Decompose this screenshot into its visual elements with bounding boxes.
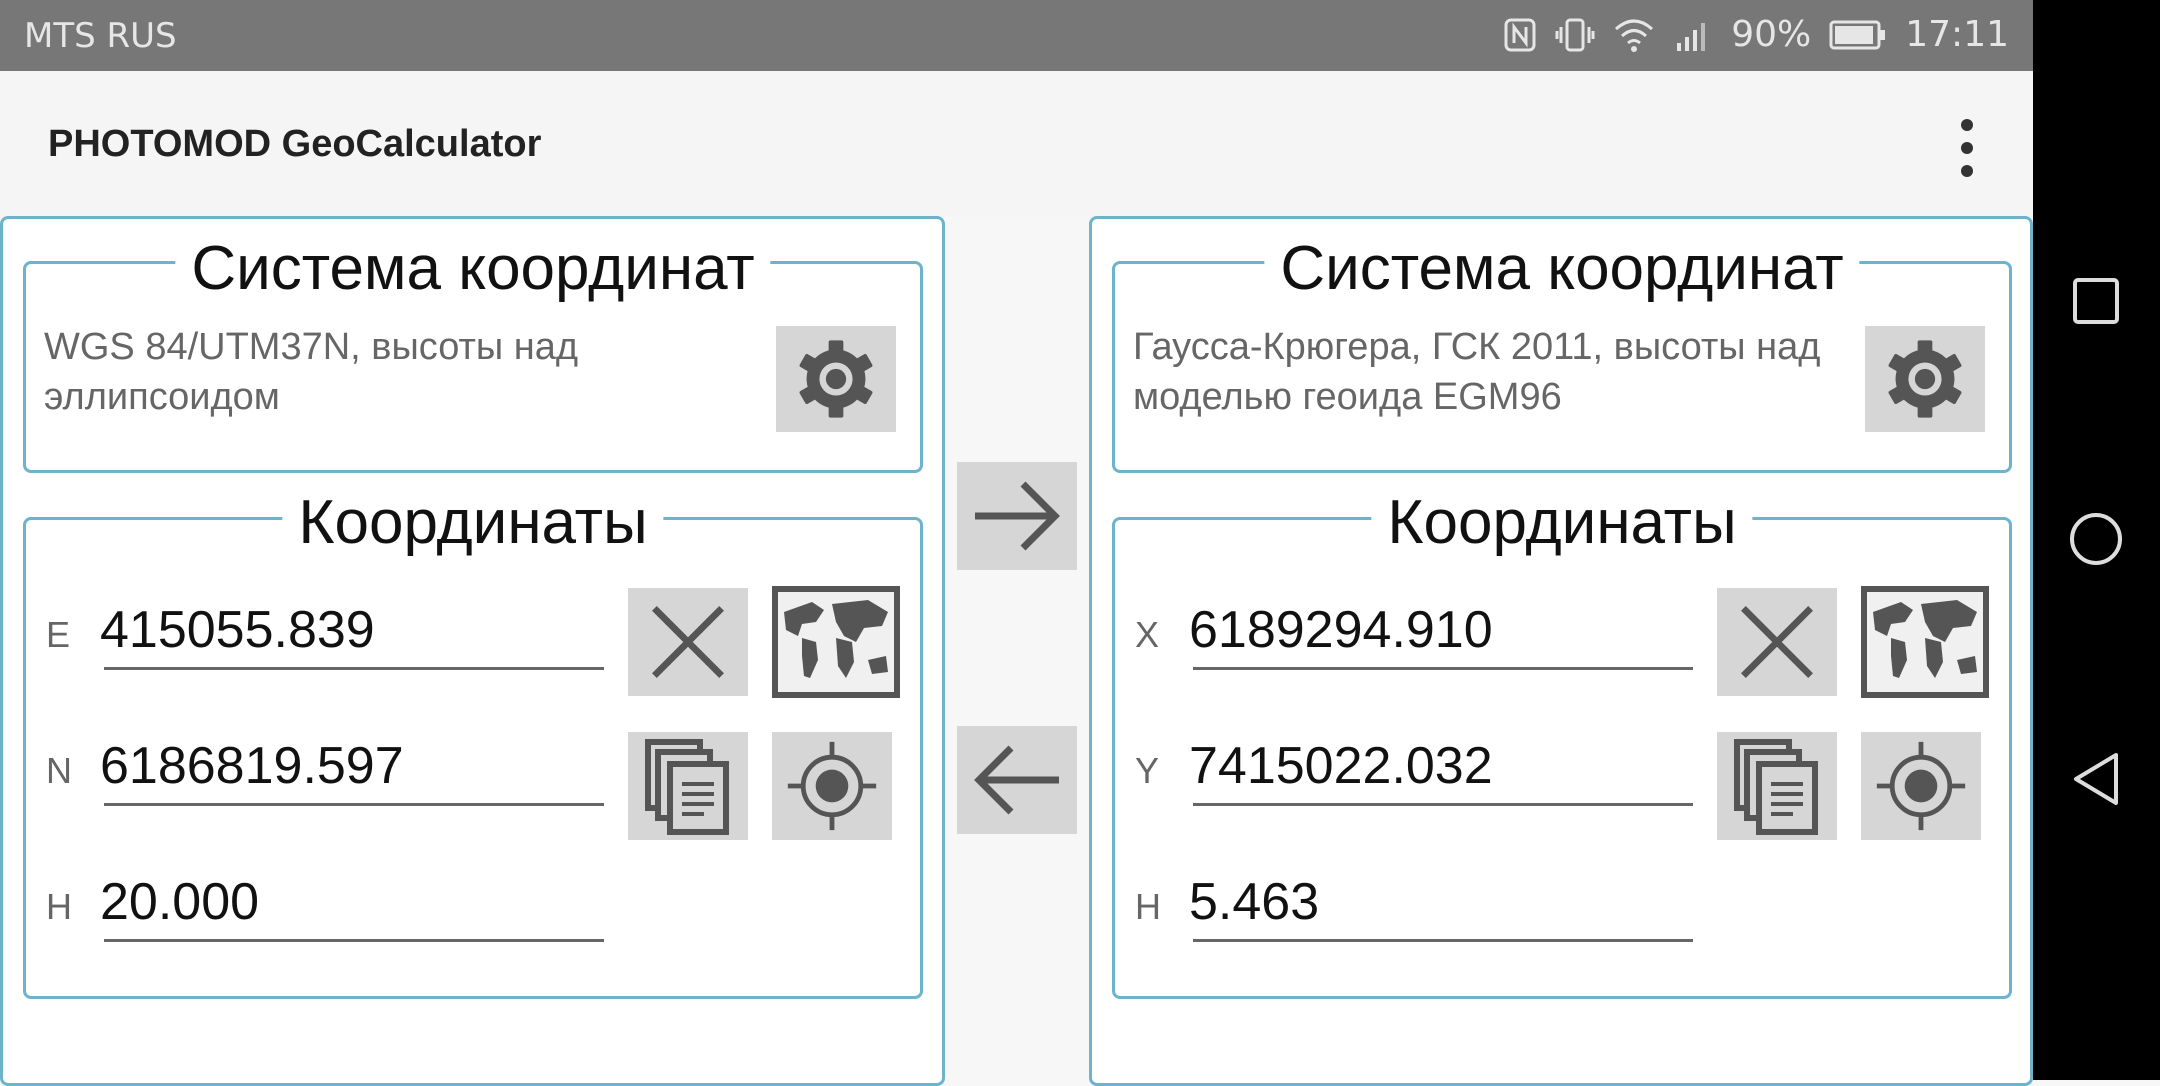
home-button[interactable]: [2061, 504, 2131, 574]
app-bar: PHOTOMOD GeoCalculator: [0, 71, 2033, 217]
target-clear-button[interactable]: [1717, 588, 1837, 696]
target-field-h[interactable]: H 5.463: [1133, 852, 1693, 942]
back-button[interactable]: [2061, 744, 2131, 814]
arrow-left-icon: [974, 745, 1059, 815]
wifi-icon: [1613, 17, 1655, 53]
triangle-back-icon: [2074, 753, 2118, 805]
source-field-h[interactable]: H 20.000: [44, 852, 604, 942]
field-value[interactable]: 7415022.032: [1189, 736, 1493, 796]
copy-icon: [1734, 739, 1818, 835]
field-value[interactable]: 6186819.597: [100, 736, 404, 796]
world-map-icon: [772, 586, 900, 698]
vibrate-icon: [1555, 17, 1595, 53]
source-copy-button[interactable]: [628, 732, 748, 840]
status-bar: MTS RUS 90% 17:11: [0, 0, 2033, 71]
recents-button[interactable]: [2061, 266, 2131, 336]
target-coordinates-group: Координаты X 6189294.910 Y 7415022.032 H…: [1112, 492, 2012, 999]
system-nav-bar: [2033, 0, 2160, 1080]
source-cs-description: WGS 84/UTM37N, высоты над эллипсоидом: [44, 326, 579, 418]
source-cs-settings-button[interactable]: [776, 326, 896, 432]
close-icon: [1741, 606, 1813, 678]
field-value[interactable]: 6189294.910: [1189, 600, 1493, 660]
target-map-button[interactable]: [1861, 586, 1989, 698]
battery-percent: 90%: [1731, 14, 1812, 55]
gps-target-icon: [1876, 741, 1966, 831]
source-panel: Система координат WGS 84/UTM37N, высоты …: [0, 216, 945, 1086]
target-cs-settings-button[interactable]: [1865, 326, 1985, 432]
close-icon: [652, 606, 724, 678]
source-coordinate-system-group: Система координат WGS 84/UTM37N, высоты …: [23, 238, 923, 473]
clock: 17:11: [1905, 14, 2009, 55]
field-label: H: [46, 886, 72, 927]
target-field-y[interactable]: Y 7415022.032: [1133, 716, 1693, 806]
convert-forward-button[interactable]: [957, 462, 1077, 570]
target-coords-legend: Координаты: [1371, 492, 1753, 554]
gear-icon: [1888, 340, 1962, 418]
source-coords-legend: Координаты: [282, 492, 664, 554]
field-label: H: [1135, 886, 1161, 927]
copy-icon: [645, 739, 729, 835]
field-label: Y: [1135, 750, 1160, 791]
source-field-n[interactable]: N 6186819.597: [44, 716, 604, 806]
target-gps-button[interactable]: [1861, 732, 1981, 840]
nfc-icon: [1503, 17, 1537, 53]
source-coordinates-group: Координаты E 415055.839 N 6186819.597 H …: [23, 492, 923, 999]
circle-icon: [2070, 513, 2122, 565]
field-value[interactable]: 415055.839: [100, 600, 375, 660]
gear-icon: [799, 340, 873, 418]
overflow-menu-icon[interactable]: [1950, 119, 1984, 177]
convert-back-button[interactable]: [957, 726, 1077, 834]
target-copy-button[interactable]: [1717, 732, 1837, 840]
app-title: PHOTOMOD GeoCalculator: [48, 123, 542, 165]
battery-icon: [1829, 18, 1887, 52]
source-field-e[interactable]: E 415055.839: [44, 580, 604, 670]
field-label: E: [46, 614, 71, 655]
target-cs-legend: Система координат: [1264, 238, 1860, 300]
source-gps-button[interactable]: [772, 732, 892, 840]
source-cs-legend: Система координат: [175, 238, 771, 300]
signal-icon: [1673, 17, 1713, 53]
field-label: N: [46, 750, 72, 791]
arrow-right-icon: [975, 481, 1060, 551]
target-coordinate-system-group: Система координат Гаусса-Крюгера, ГСК 20…: [1112, 238, 2012, 473]
source-map-button[interactable]: [772, 586, 900, 698]
field-value[interactable]: 20.000: [100, 872, 259, 932]
target-field-x[interactable]: X 6189294.910: [1133, 580, 1693, 670]
field-value[interactable]: 5.463: [1189, 872, 1319, 932]
target-cs-description: Гаусса-Крюгера, ГСК 2011, высоты над мод…: [1133, 326, 1821, 418]
target-panel: Система координат Гаусса-Крюгера, ГСК 20…: [1089, 216, 2033, 1086]
carrier-name: MTS RUS: [24, 16, 177, 56]
field-label: X: [1135, 614, 1160, 655]
world-map-icon: [1861, 586, 1989, 698]
square-icon: [2073, 278, 2119, 324]
source-clear-button[interactable]: [628, 588, 748, 696]
gps-target-icon: [787, 741, 877, 831]
